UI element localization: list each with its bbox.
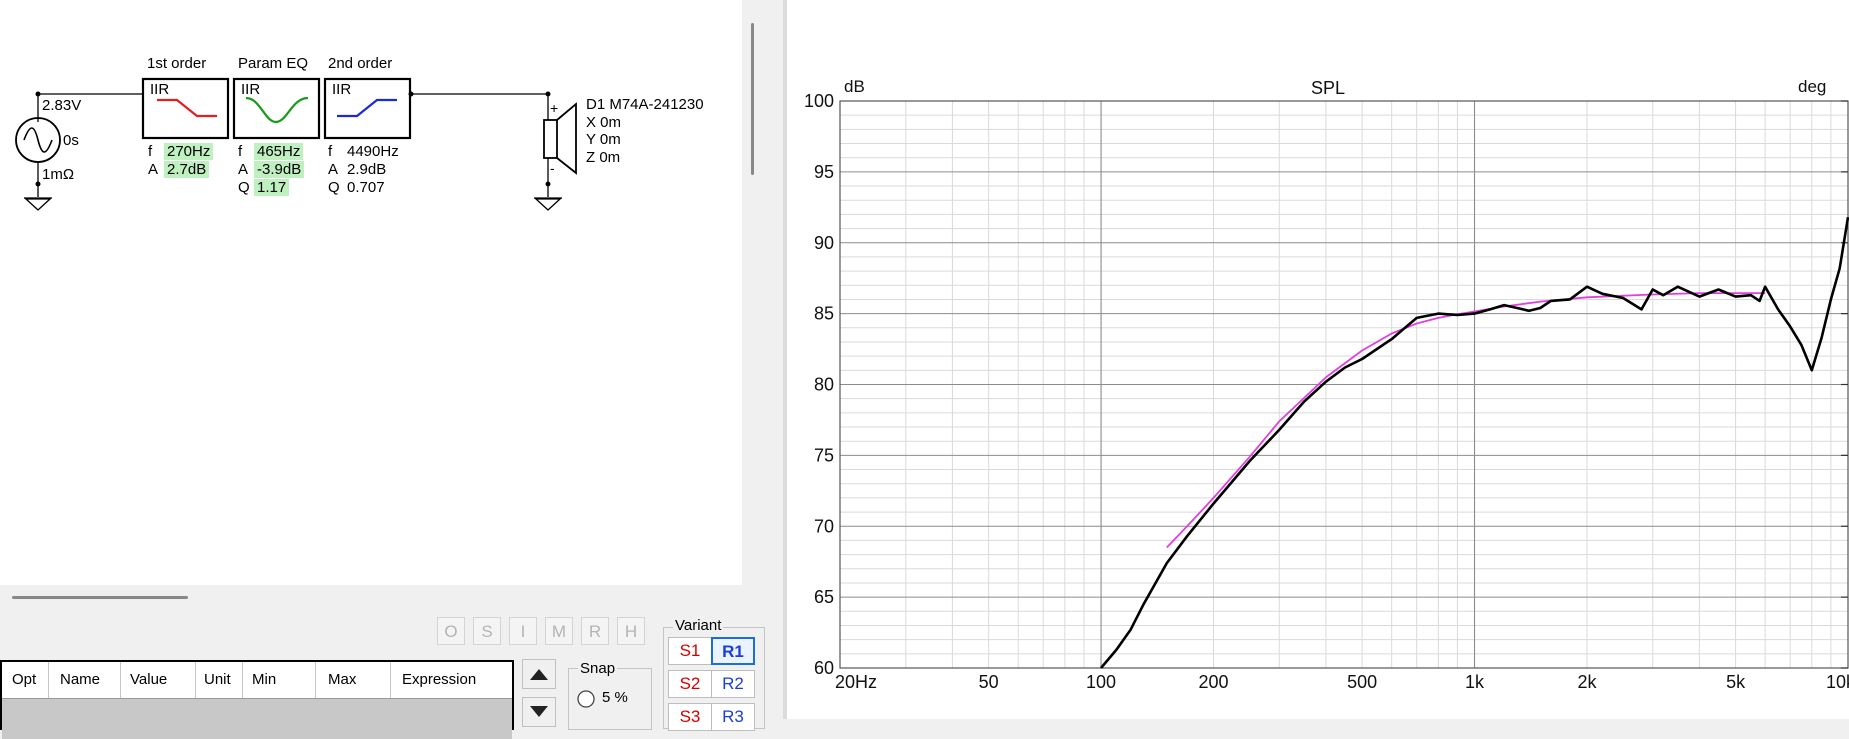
source-resistance: 1mΩ: [42, 166, 75, 183]
param-value[interactable]: 465Hz: [254, 143, 304, 160]
schematic-canvas[interactable]: 2.83V 0s 1mΩ 1st order IIR f 270Hz A 2.7…: [0, 0, 742, 585]
vertical-scrollbar-thumb[interactable]: [751, 23, 754, 175]
column-header-max[interactable]: Max: [328, 671, 356, 688]
vertical-scrollbar-track[interactable]: [742, 0, 786, 590]
column-header-value[interactable]: Value: [130, 671, 167, 688]
param-value[interactable]: 2.7dB: [164, 161, 210, 178]
triangle-up-icon: [530, 669, 548, 680]
param-eq-filter-block[interactable]: [234, 79, 319, 138]
block-title: 1st order: [147, 55, 207, 72]
column-header-unit[interactable]: Unit: [204, 671, 231, 688]
y-tick-label: 95: [814, 162, 834, 182]
param-value[interactable]: 0.707: [347, 179, 385, 196]
toolbar-button-m[interactable]: M: [545, 617, 573, 645]
column-header-opt[interactable]: Opt: [12, 671, 36, 688]
toolbar-button-h[interactable]: H: [617, 617, 645, 645]
snap-value[interactable]: 5 %: [602, 689, 628, 706]
driver-z: Z 0m: [586, 149, 621, 166]
y-axis-label: dB: [844, 77, 865, 96]
first-order-filter-block[interactable]: [143, 79, 228, 138]
toolbar-button-o[interactable]: O: [437, 617, 465, 645]
y2-axis-label: deg: [1798, 77, 1826, 96]
variant-button-r3[interactable]: R3: [711, 703, 755, 731]
y-tick-label: 65: [814, 587, 834, 607]
table-row[interactable]: [2, 699, 512, 739]
param-key: f: [238, 143, 243, 160]
variant-button-r1[interactable]: R1: [711, 637, 755, 665]
x-tick-label: 2k: [1577, 672, 1597, 692]
y-tick-label: 70: [814, 516, 834, 536]
param-key: A: [148, 161, 159, 178]
x-tick-label: 1k: [1465, 672, 1485, 692]
param-value[interactable]: 270Hz: [164, 143, 214, 160]
parameter-table[interactable]: Opt Name Value Unit Min Max Expression: [0, 660, 514, 739]
spl-target-curve: [1166, 292, 1766, 549]
y-tick-label: 60: [814, 658, 834, 678]
param-key: f: [148, 143, 153, 160]
x-tick-label: 500: [1347, 672, 1377, 692]
spl-chart[interactable]: 100 95 90 85 80 75 70 65 6020Hz 50 100 200 500 1k 2k 5k…: [787, 0, 1849, 719]
source-delay: 0s: [63, 132, 79, 149]
block-title: Param EQ: [238, 55, 309, 72]
block-title: 2nd order: [328, 55, 393, 72]
param-value[interactable]: -3.9dB: [254, 161, 305, 178]
variant-label: Variant: [673, 617, 724, 634]
y-tick-label: 85: [814, 304, 834, 324]
move-up-button[interactable]: [522, 659, 556, 689]
x-tick-label: 10k: [1826, 672, 1849, 692]
column-header-min[interactable]: Min: [252, 671, 276, 688]
column-header-name[interactable]: Name: [60, 671, 100, 688]
column-header-expression[interactable]: Expression: [402, 671, 476, 688]
y-tick-label: 90: [814, 233, 834, 253]
move-down-button[interactable]: [522, 697, 556, 727]
table-header: Opt Name Value Unit Min Max Expression: [2, 662, 512, 699]
snap-radio-icon[interactable]: [576, 689, 596, 709]
toolbar-button-i[interactable]: I: [509, 617, 537, 645]
driver-x: X 0m: [586, 114, 622, 131]
spl-graph-panel: 100 95 90 85 80 75 70 65 60 20Hz 50 100 200 500 1k 2k 5k…: [787, 0, 1849, 719]
x-tick-label: 50: [979, 672, 999, 692]
source-voltage: 2.83V: [42, 97, 82, 114]
variant-button-s2[interactable]: S2: [668, 670, 712, 698]
variant-button-s3[interactable]: S3: [668, 703, 712, 731]
driver-name: D1 M74A-241230: [586, 96, 704, 113]
second-order-filter-block[interactable]: [325, 79, 410, 138]
x-tick-label: 200: [1198, 672, 1228, 692]
param-value[interactable]: 4490Hz: [347, 143, 399, 160]
y-tick-label: 80: [814, 375, 834, 395]
voltage-source-icon[interactable]: [14, 116, 62, 164]
x-tick-label: 5k: [1726, 672, 1746, 692]
snap-label: Snap: [578, 660, 618, 677]
toolbar-button-s[interactable]: S: [473, 617, 501, 645]
y-tick-label: 100: [804, 91, 834, 111]
x-tick-label: 100: [1086, 672, 1116, 692]
param-key: A: [238, 161, 249, 178]
toolbar-button-r[interactable]: R: [581, 617, 609, 645]
param-value[interactable]: 2.9dB: [347, 161, 386, 178]
driver-y: Y 0m: [586, 131, 621, 148]
triangle-down-icon: [530, 706, 548, 717]
variant-button-s1[interactable]: S1: [668, 637, 712, 665]
param-key: f: [328, 143, 333, 160]
param-key: Q: [238, 179, 250, 196]
horizontal-scrollbar-thumb[interactable]: [12, 596, 188, 599]
param-key: Q: [328, 179, 340, 196]
variant-button-r2[interactable]: R2: [711, 670, 755, 698]
param-key: A: [328, 161, 339, 178]
chart-title: SPL: [1311, 78, 1345, 98]
y-tick-label: 75: [814, 445, 834, 465]
x-tick-label: 20Hz: [835, 672, 877, 692]
param-value[interactable]: 1.17: [254, 179, 290, 196]
speaker-driver-icon[interactable]: [542, 102, 578, 176]
